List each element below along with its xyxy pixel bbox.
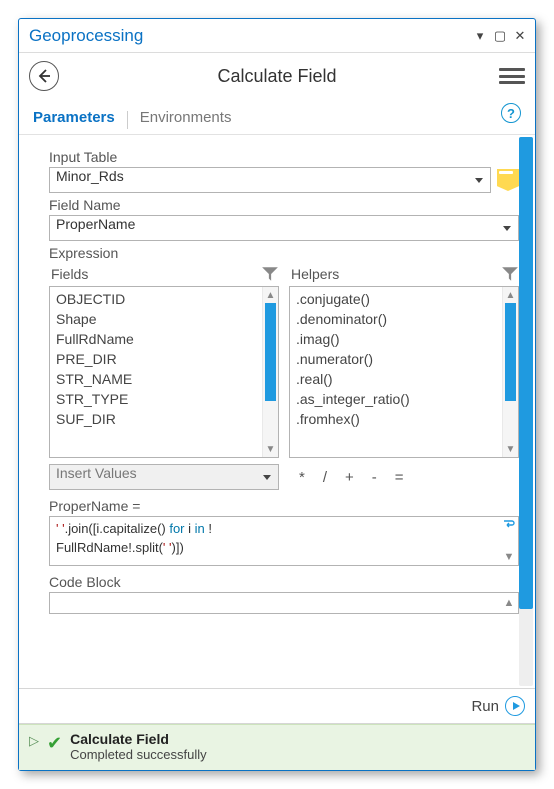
- titlebar: Geoprocessing ▾ ▢ ✕: [19, 19, 535, 53]
- list-item[interactable]: .fromhex(): [290, 409, 518, 429]
- expression-target-label: ProperName =: [49, 498, 519, 514]
- list-item[interactable]: PRE_DIR: [50, 349, 278, 369]
- expression-label: Expression: [49, 245, 519, 261]
- expand-status-icon[interactable]: ▷: [29, 733, 39, 749]
- tab-environments[interactable]: Environments: [138, 105, 234, 134]
- input-table-dropdown[interactable]: Minor_Rds: [49, 167, 491, 193]
- list-item[interactable]: .real(): [290, 369, 518, 389]
- operator-buttons: * / + - =: [289, 469, 519, 486]
- field-name-dropdown[interactable]: ProperName: [49, 215, 519, 241]
- list-item[interactable]: STR_NAME: [50, 369, 278, 389]
- status-bar: ▷ ✔ Calculate Field Completed successful…: [19, 724, 535, 770]
- tab-bar: Parameters Environments ?: [19, 99, 535, 135]
- geoprocessing-pane: Geoprocessing ▾ ▢ ✕ Calculate Field Para…: [18, 18, 536, 771]
- op-multiply[interactable]: *: [299, 469, 305, 486]
- list-item[interactable]: .imag(): [290, 329, 518, 349]
- scroll-up-icon[interactable]: ▲: [263, 287, 278, 303]
- fields-label: Fields: [51, 266, 261, 282]
- scroll-thumb[interactable]: [519, 137, 533, 609]
- fields-filter-icon[interactable]: [261, 265, 279, 283]
- fields-scrollbar[interactable]: ▲ ▼: [262, 287, 278, 457]
- wrap-toggle-icon[interactable]: [500, 517, 518, 533]
- code-block-label: Code Block: [49, 574, 519, 590]
- list-item[interactable]: .denominator(): [290, 309, 518, 329]
- window-title: Geoprocessing: [29, 26, 471, 46]
- help-button[interactable]: ?: [501, 103, 521, 123]
- content-scrollbar[interactable]: [519, 137, 533, 686]
- scroll-down-icon[interactable]: ▼: [500, 549, 518, 565]
- run-label: Run: [471, 698, 499, 715]
- field-name-value: ProperName: [56, 216, 135, 232]
- field-name-label: Field Name: [49, 197, 519, 213]
- list-item[interactable]: SUF_DIR: [50, 409, 278, 429]
- scroll-down-icon[interactable]: ▼: [263, 441, 278, 457]
- scroll-down-icon[interactable]: ▼: [503, 441, 518, 457]
- scroll-thumb[interactable]: [265, 303, 276, 401]
- list-item[interactable]: .numerator(): [290, 349, 518, 369]
- list-item[interactable]: FullRdName: [50, 329, 278, 349]
- parameters-content: Input Table Minor_Rds Field Name ProperN…: [19, 135, 535, 688]
- list-item[interactable]: .conjugate(): [290, 289, 518, 309]
- helpers-listbox[interactable]: .conjugate() .denominator() .imag() .num…: [289, 286, 519, 458]
- input-table-label: Input Table: [49, 149, 519, 165]
- op-minus[interactable]: -: [372, 469, 377, 486]
- status-title: Calculate Field: [70, 731, 207, 747]
- run-bar: Run: [19, 688, 535, 724]
- insert-values-label: Insert Values: [56, 465, 137, 481]
- tab-parameters[interactable]: Parameters: [31, 105, 117, 134]
- dropdown-icon[interactable]: ▾: [471, 27, 489, 45]
- code-block-textbox[interactable]: ▲: [49, 592, 519, 614]
- scroll-up-icon[interactable]: ▲: [500, 593, 518, 613]
- list-item[interactable]: STR_TYPE: [50, 389, 278, 409]
- status-message: Completed successfully: [70, 747, 207, 762]
- input-table-value: Minor_Rds: [56, 168, 124, 184]
- helpers-filter-icon[interactable]: [501, 265, 519, 283]
- helpers-scrollbar[interactable]: ▲ ▼: [502, 287, 518, 457]
- scroll-thumb[interactable]: [505, 303, 516, 401]
- helpers-label: Helpers: [291, 266, 501, 282]
- op-divide[interactable]: /: [323, 469, 327, 486]
- close-icon[interactable]: ✕: [511, 27, 529, 45]
- browse-layer-icon[interactable]: [497, 169, 519, 191]
- scroll-up-icon[interactable]: ▲: [503, 287, 518, 303]
- restore-icon[interactable]: ▢: [491, 27, 509, 45]
- tool-header: Calculate Field: [19, 53, 535, 99]
- insert-values-dropdown[interactable]: Insert Values: [49, 464, 279, 490]
- success-check-icon: ✔: [47, 733, 62, 754]
- list-item[interactable]: .as_integer_ratio(): [290, 389, 518, 409]
- list-item[interactable]: OBJECTID: [50, 289, 278, 309]
- play-icon: [505, 696, 525, 716]
- list-item[interactable]: Shape: [50, 309, 278, 329]
- fields-listbox[interactable]: OBJECTID Shape FullRdName PRE_DIR STR_NA…: [49, 286, 279, 458]
- tool-title: Calculate Field: [19, 66, 535, 87]
- expression-textbox[interactable]: ' '.join([i.capitalize() for i in ! Full…: [49, 516, 519, 566]
- run-button[interactable]: Run: [471, 696, 525, 716]
- op-plus[interactable]: +: [345, 469, 354, 486]
- op-equals[interactable]: =: [395, 469, 404, 486]
